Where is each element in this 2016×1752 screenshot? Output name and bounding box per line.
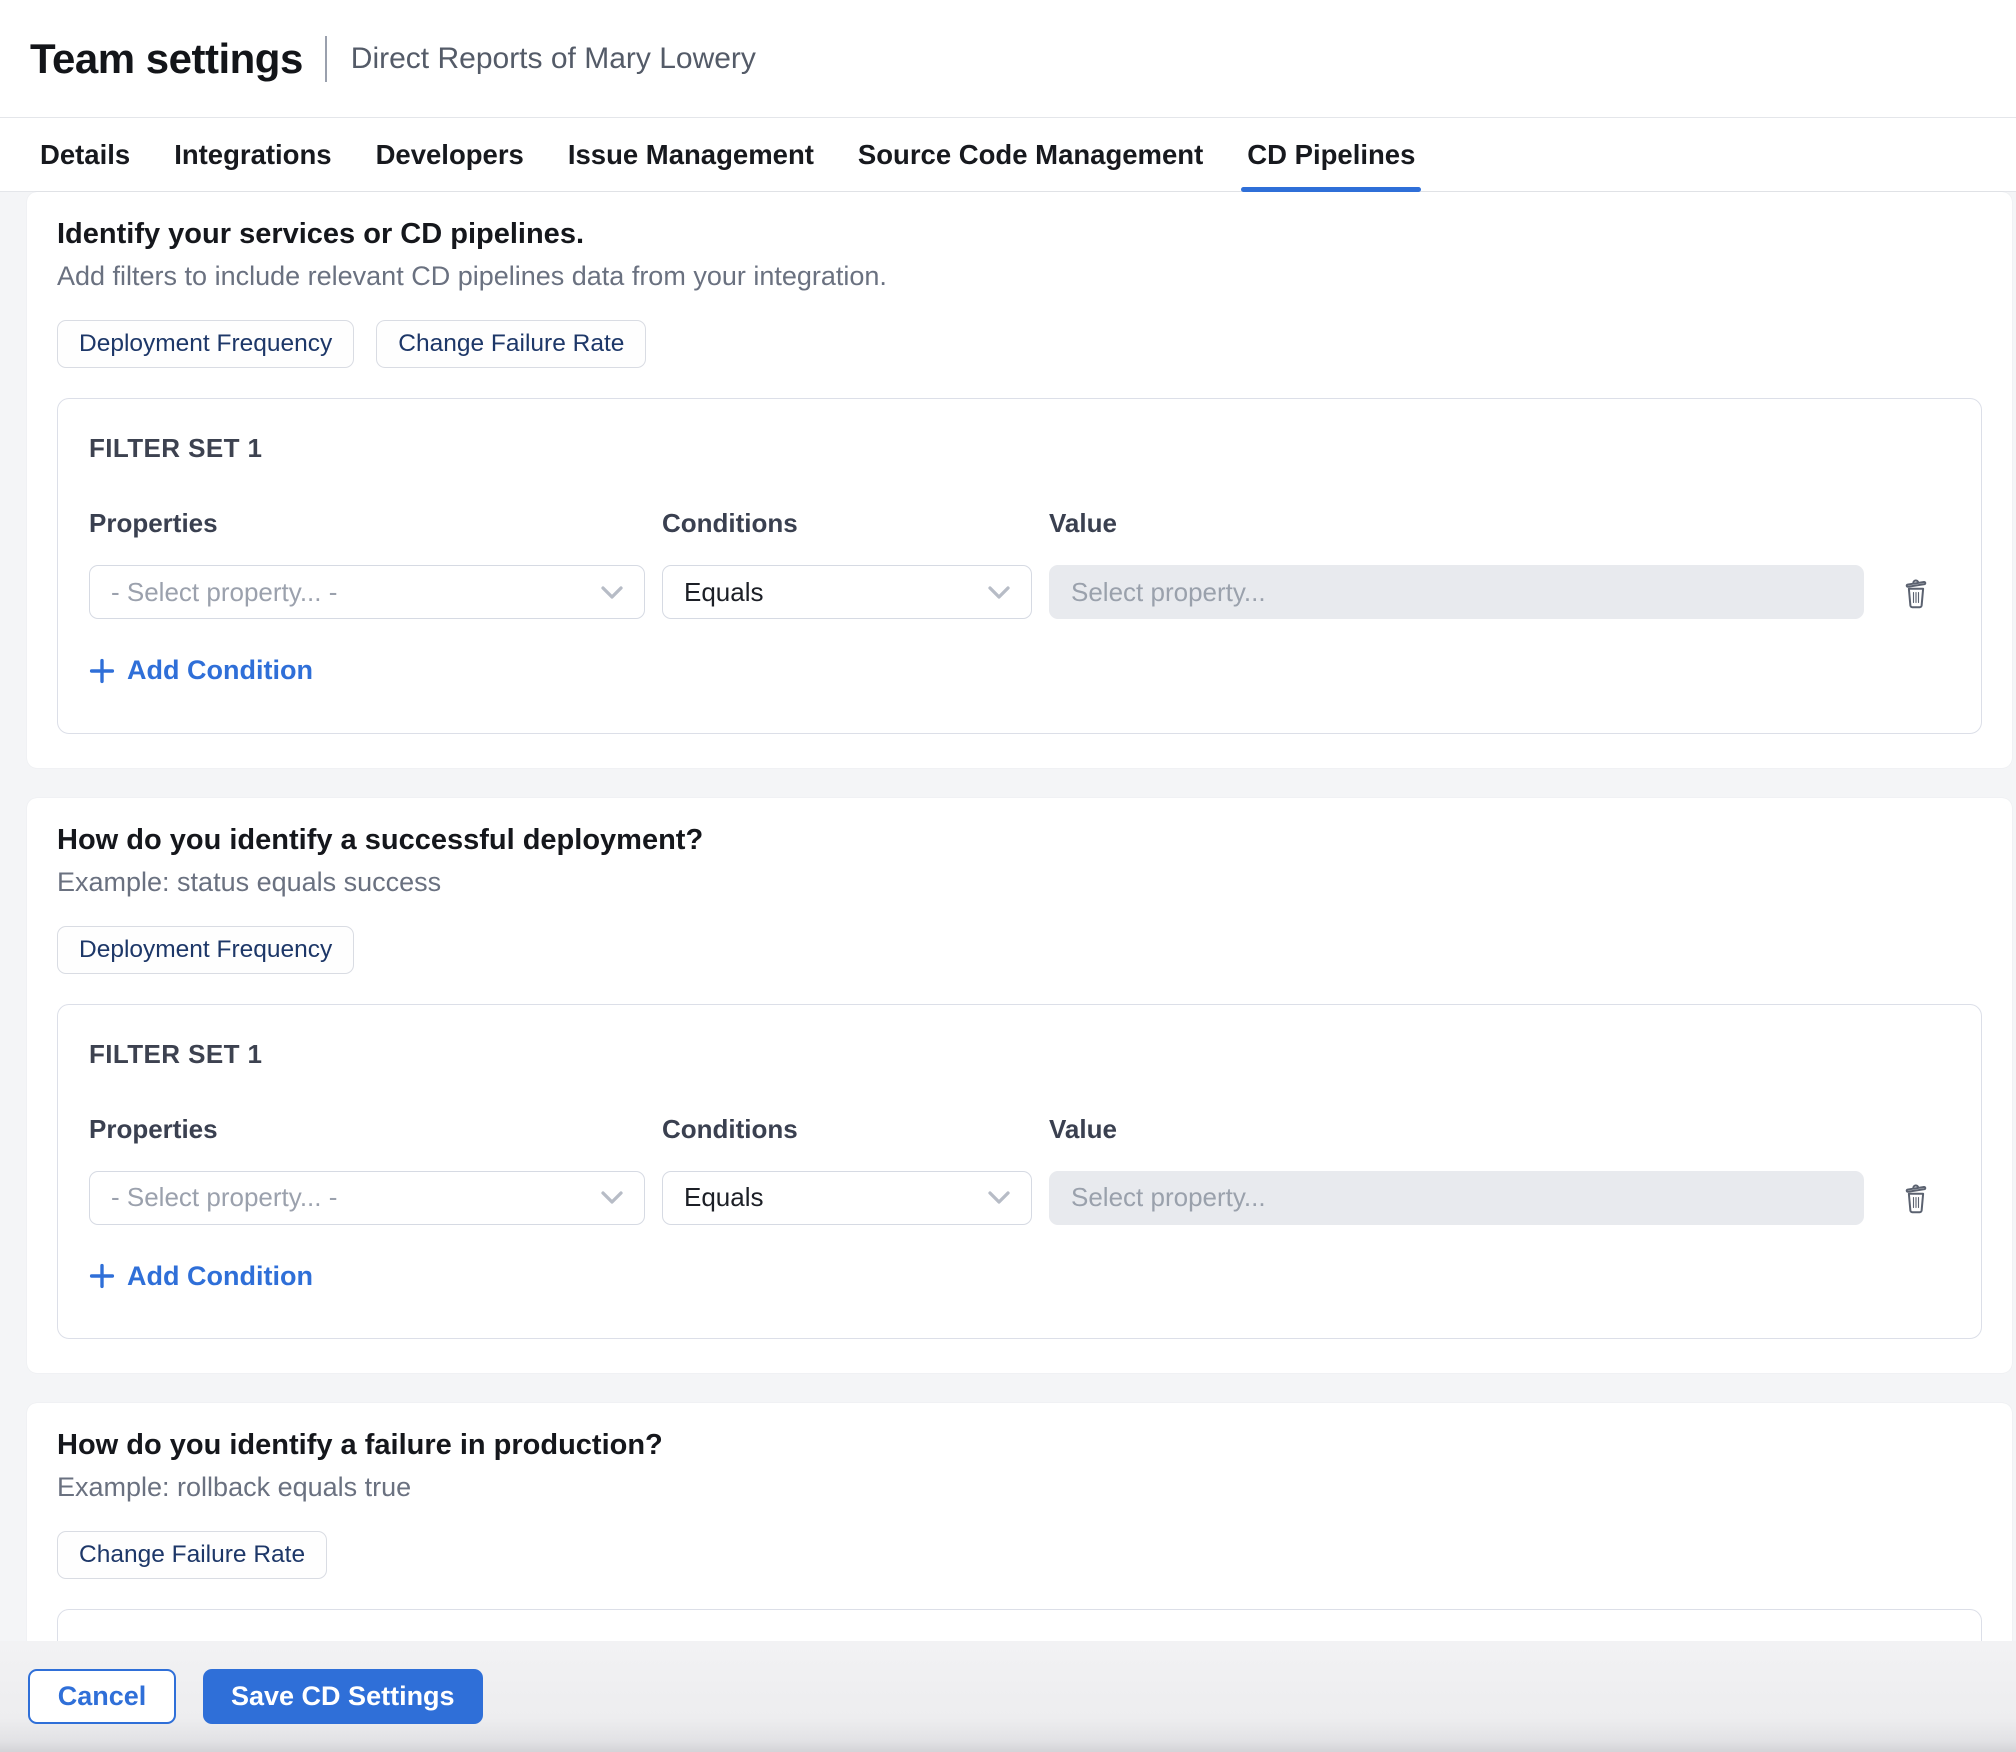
trash-icon [1901,1181,1931,1214]
properties-label: Properties [89,1114,645,1145]
title-divider [325,36,327,82]
conditions-label: Conditions [662,1114,1032,1145]
conditions-select[interactable]: Equals [662,1171,1032,1225]
section-card-identify-pipelines: Identify your services or CD pipelines. … [27,192,2012,768]
delete-filter-button[interactable] [1881,565,1950,619]
trash-icon [1901,576,1931,609]
page-subtitle: Direct Reports of Mary Lowery [351,42,756,76]
metric-chip-row: Deployment Frequency Change Failure Rate [57,320,1982,368]
section-subtitle: Example: rollback equals true [57,1472,1982,1503]
conditions-label: Conditions [662,508,1032,539]
conditions-select-value: Equals [684,577,764,608]
plus-icon [89,1263,115,1289]
add-condition-label: Add Condition [127,1261,313,1292]
add-condition-label: Add Condition [127,655,313,686]
chevron-down-icon [987,1190,1011,1205]
section-subtitle: Add filters to include relevant CD pipel… [57,261,1982,292]
properties-select-value: - Select property... - [111,577,337,608]
tab-source-code-management[interactable]: Source Code Management [858,118,1203,192]
team-settings-page: Team settings Direct Reports of Mary Low… [0,0,2016,1752]
tab-integrations[interactable]: Integrations [174,118,331,192]
value-label: Value [1049,508,1864,539]
plus-icon [89,658,115,684]
value-input[interactable] [1049,565,1864,619]
chip-deployment-frequency[interactable]: Deployment Frequency [57,926,354,974]
tab-issue-management[interactable]: Issue Management [568,118,814,192]
filter-set-box: FILTER SET 1 Properties Conditions Value… [57,398,1982,734]
delete-filter-button[interactable] [1881,1171,1950,1225]
conditions-select[interactable]: Equals [662,565,1032,619]
section-card-successful-deployment: How do you identify a successful deploym… [27,798,2012,1374]
section-title: How do you identify a successful deploym… [57,824,1982,857]
add-condition-button[interactable]: Add Condition [89,655,313,686]
chevron-down-icon [600,1190,624,1205]
chip-change-failure-rate[interactable]: Change Failure Rate [57,1531,327,1579]
tab-details[interactable]: Details [40,118,130,192]
value-input[interactable] [1049,1171,1864,1225]
properties-select-value: - Select property... - [111,1182,337,1213]
cancel-button[interactable]: Cancel [28,1669,176,1724]
chip-deployment-frequency[interactable]: Deployment Frequency [57,320,354,368]
tab-cd-pipelines[interactable]: CD Pipelines [1247,118,1415,192]
properties-select[interactable]: - Select property... - [89,565,645,619]
settings-tabbar: Details Integrations Developers Issue Ma… [0,118,2016,192]
properties-label: Properties [89,508,645,539]
page-header: Team settings Direct Reports of Mary Low… [0,0,2016,118]
save-cd-settings-button[interactable]: Save CD Settings [203,1669,483,1724]
properties-select[interactable]: - Select property... - [89,1171,645,1225]
value-label: Value [1049,1114,1864,1145]
page-title: Team settings [30,35,303,83]
footer-action-bar: Cancel Save CD Settings [0,1641,2016,1752]
chevron-down-icon [987,585,1011,600]
section-title: Identify your services or CD pipelines. [57,218,1982,251]
conditions-select-value: Equals [684,1182,764,1213]
filter-row: Properties Conditions Value - Select pro… [89,508,1950,619]
chip-change-failure-rate[interactable]: Change Failure Rate [376,320,646,368]
tab-developers[interactable]: Developers [376,118,524,192]
add-condition-button[interactable]: Add Condition [89,1261,313,1292]
section-subtitle: Example: status equals success [57,867,1982,898]
metric-chip-row: Deployment Frequency [57,926,1982,974]
filter-set-label: FILTER SET 1 [89,1039,1950,1070]
chevron-down-icon [600,585,624,600]
section-title: How do you identify a failure in product… [57,1429,1982,1462]
filter-set-box: FILTER SET 1 Properties Conditions Value… [57,1004,1982,1340]
content-area: Identify your services or CD pipelines. … [0,192,2016,1752]
metric-chip-row: Change Failure Rate [57,1531,1982,1579]
filter-set-label: FILTER SET 1 [89,433,1950,464]
filter-row: Properties Conditions Value - Select pro… [89,1114,1950,1225]
